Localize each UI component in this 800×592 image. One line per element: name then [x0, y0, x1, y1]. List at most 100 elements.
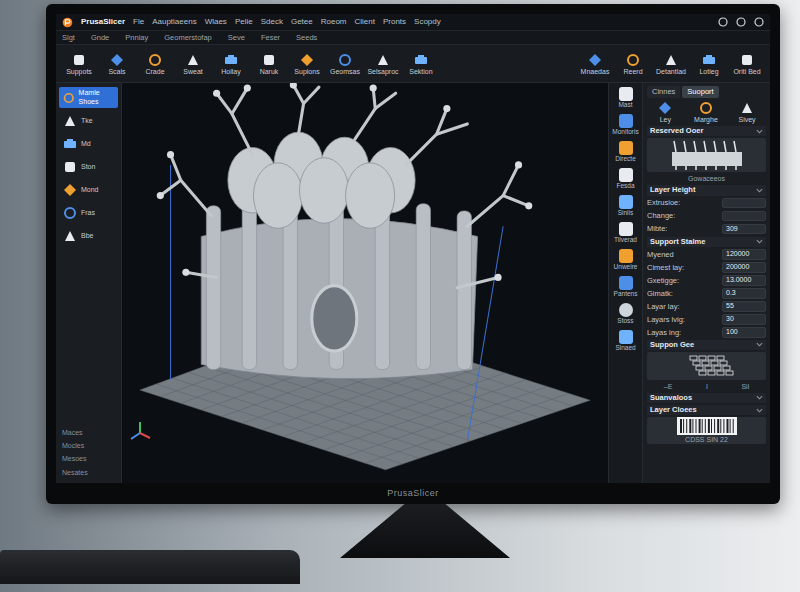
keyboard	[0, 550, 300, 584]
setting-field[interactable]: 13.0000	[722, 275, 766, 286]
left-list-item[interactable]: Nesates	[59, 466, 118, 479]
surface-section[interactable]: Suanvaloos	[647, 393, 766, 403]
right-tool[interactable]: Pantens	[611, 276, 641, 300]
minimize-icon[interactable]	[718, 17, 728, 27]
right-tool[interactable]: Slnaed	[611, 330, 641, 354]
setting-label: Extrusioe:	[647, 198, 680, 207]
right-tool[interactable]: Directe	[611, 141, 641, 165]
toolbar-button[interactable]: Supions	[290, 52, 324, 76]
left-tool[interactable]: Fras	[59, 203, 118, 223]
setting-field[interactable]	[722, 211, 766, 221]
menu-item[interactable]: Sdeck	[261, 16, 283, 28]
menu-item[interactable]: Roeom	[321, 16, 347, 28]
right-tool[interactable]: Unweire	[611, 249, 641, 273]
left-tool[interactable]: Bbe	[59, 226, 118, 246]
toolbar-button[interactable]: Sektion	[404, 52, 438, 76]
submenu-item[interactable]: Geomerstofap	[164, 32, 212, 43]
mode-button[interactable]: Ley	[657, 100, 673, 124]
support-grid-section[interactable]: Suppon Gee	[647, 340, 766, 350]
menu-item[interactable]: Fle	[133, 16, 144, 28]
setting-field[interactable]: 200000	[722, 262, 766, 273]
submenu-item[interactable]: Slgt	[62, 32, 75, 43]
right-tool[interactable]: Monitoris	[611, 114, 641, 138]
toolbar-button[interactable]: Detantiad	[654, 52, 688, 76]
3d-viewport[interactable]	[122, 83, 608, 482]
submenu-item[interactable]: Seeds	[296, 32, 317, 43]
toolbar-button[interactable]: Naruk	[252, 52, 286, 76]
panel-tab[interactable]: Cinnes	[647, 86, 680, 98]
tool-icon	[62, 205, 78, 221]
toolbar-label: Naruk	[260, 68, 279, 76]
settings-icon[interactable]	[736, 17, 746, 27]
toolbar-button[interactable]: Lotieg	[692, 52, 726, 76]
grid-caption: Sil	[741, 382, 749, 391]
right-tool[interactable]: Fesda	[611, 168, 641, 192]
grid-captions: –EISil	[647, 382, 766, 391]
chevron-icon	[756, 128, 763, 135]
left-tool[interactable]: Md	[59, 134, 118, 154]
toolbar-button[interactable]: Reerd	[616, 52, 650, 76]
panel-tab[interactable]: Suoport	[682, 86, 718, 98]
setting-field[interactable]	[722, 198, 766, 208]
toolbar-button[interactable]: Suppots	[62, 52, 96, 76]
toolbar-button[interactable]: Sweat	[176, 52, 210, 76]
layer-colors-section[interactable]: Layer Cloees	[647, 405, 766, 415]
window-controls	[718, 17, 764, 27]
left-tool[interactable]: Mond	[59, 180, 118, 200]
toolbar-button[interactable]: Crade	[138, 52, 172, 76]
setting-field[interactable]: 0.3	[722, 288, 766, 299]
left-tool[interactable]: Mamle Shoes	[59, 87, 118, 107]
toolbar-button[interactable]: Scals	[100, 52, 134, 76]
mode-button[interactable]: Sivey	[738, 100, 755, 124]
grid-caption: I	[706, 382, 708, 391]
toolbar-button[interactable]: Oriti Bed	[730, 52, 764, 76]
left-tool[interactable]: Tke	[59, 111, 118, 131]
submenu-item[interactable]: Gnde	[91, 32, 109, 43]
submenu-item[interactable]: Pnniay	[125, 32, 148, 43]
setting-field[interactable]: 100	[722, 327, 766, 338]
tool-icon	[375, 52, 391, 68]
submenu-item[interactable]: Feser	[261, 32, 280, 43]
layer-height-section[interactable]: Layer Height	[647, 185, 766, 195]
left-list-item[interactable]: Maces	[59, 426, 118, 439]
help-icon[interactable]	[754, 17, 764, 27]
menu-item[interactable]: Getee	[291, 16, 313, 28]
submenu-item[interactable]: Seve	[228, 32, 245, 43]
setting-field[interactable]: 55	[722, 301, 766, 312]
preview-caption: Gowaceeos	[647, 174, 766, 183]
layer-colors-section-title: Layer Cloees	[650, 405, 697, 415]
menu-item[interactable]: Pronts	[383, 16, 406, 28]
layer-height-section-title: Layer Height	[650, 185, 695, 195]
setting-field[interactable]: 120000	[722, 249, 766, 260]
right-tool[interactable]: Mast	[611, 87, 641, 111]
right-tool[interactable]: Tilverad	[611, 222, 641, 246]
preview-section[interactable]: Reserved Ooer	[647, 126, 766, 136]
menu-item[interactable]: Scopdy	[414, 16, 441, 28]
mode-button[interactable]: Marghe	[694, 100, 718, 124]
toolbar-button[interactable]: Selsaproc	[366, 52, 400, 76]
right-tool[interactable]: Siniis	[611, 195, 641, 219]
tool-icon	[299, 52, 315, 68]
tool-icon	[147, 52, 163, 68]
left-tool-label: Md	[81, 140, 91, 148]
menu-item[interactable]: Wlaes	[205, 16, 227, 28]
menu-item[interactable]: Aauptiaeens	[152, 16, 196, 28]
right-tool[interactable]: Stoss	[611, 303, 641, 327]
toolbar-button[interactable]: Hollay	[214, 52, 248, 76]
toolbar-button[interactable]: Geomsas	[328, 52, 362, 76]
toolbar-label: Selsaproc	[367, 68, 398, 76]
right-tool-icon	[619, 330, 633, 344]
toolbar-button[interactable]: Mnaedas	[578, 52, 612, 76]
support-section[interactable]: Support Stalme	[647, 237, 766, 247]
menu-item[interactable]: Client	[355, 16, 375, 28]
workspace: Mamle Shoes Tke Md Ston Mond Fras Bbe MacesMocl…	[56, 83, 770, 482]
right-tool-icon	[619, 249, 633, 263]
setting-field[interactable]: 30	[722, 314, 766, 325]
surface-section-title: Suanvaloos	[650, 393, 692, 403]
chevron-icon	[756, 407, 763, 414]
left-list-item[interactable]: Mesoes	[59, 452, 118, 465]
left-tool[interactable]: Ston	[59, 157, 118, 177]
left-list-item[interactable]: Mocles	[59, 439, 118, 452]
setting-field[interactable]: 309	[722, 224, 766, 235]
menu-item[interactable]: Pelie	[235, 16, 253, 28]
